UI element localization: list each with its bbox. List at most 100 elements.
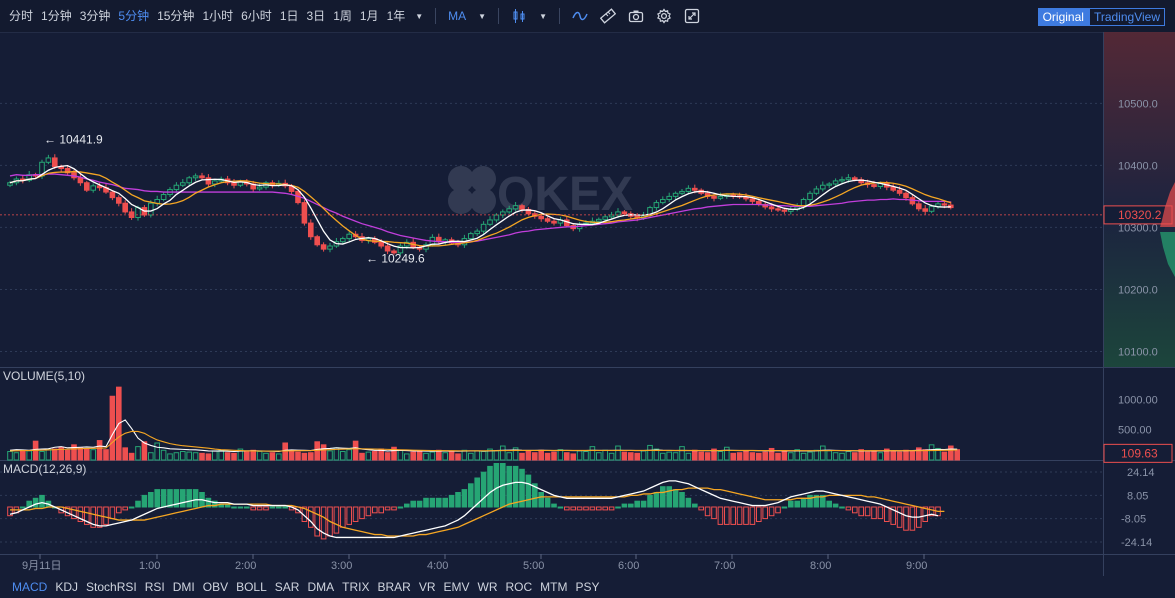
indicator-tab-brar[interactable]: BRAR (373, 576, 414, 598)
timeframe-3[interactable]: 5分钟 (114, 0, 153, 32)
candle-74 (480, 221, 487, 235)
indicator-tab-psy[interactable]: PSY (572, 576, 604, 598)
candle-48 (314, 234, 320, 247)
macd-bar-25 (167, 489, 173, 508)
volume-bar-113 (730, 452, 737, 461)
timeframe-7[interactable]: 1日 (276, 0, 303, 32)
macd-bar-101 (653, 492, 660, 508)
macd-bar-95 (615, 506, 621, 509)
indicator-tab-emv[interactable]: EMV (439, 576, 473, 598)
candle-3 (26, 170, 32, 183)
timeframe-0[interactable]: 分时 (5, 0, 37, 32)
indicator-tab-wr[interactable]: WR (474, 576, 502, 598)
indicator-tab-sar[interactable]: SAR (271, 576, 304, 598)
timeframe-11[interactable]: 1年 (383, 0, 410, 32)
fullscreen-icon[interactable] (678, 0, 706, 32)
macd-bar-109 (704, 506, 711, 517)
volume-bar-55 (359, 452, 365, 461)
volume-bar-37 (244, 450, 250, 461)
watermark-logo-dot (470, 188, 496, 214)
candle-75 (487, 216, 493, 227)
indicator-tab-vr[interactable]: VR (415, 576, 440, 598)
volume-bar-95 (615, 445, 621, 461)
indicator-tab-dmi[interactable]: DMI (169, 576, 199, 598)
macd-bar-90 (583, 506, 589, 511)
timeframe-5[interactable]: 1小时 (198, 0, 237, 32)
candle-120 (775, 206, 781, 212)
view-tradingview-button[interactable]: TradingView (1088, 8, 1165, 26)
timeframe-6[interactable]: 6小时 (237, 0, 276, 32)
macd-bar-89 (576, 506, 583, 511)
watermark-text: OKEX (497, 168, 633, 221)
macd-bar-74 (480, 471, 487, 508)
time-tick-label: 2:00 (235, 560, 256, 572)
more-timeframes-chevron-down-icon[interactable]: ▼ (409, 12, 429, 21)
indicator-chevron-down-icon[interactable]: ▼ (472, 12, 492, 21)
price-tick-label: 10400.0 (1118, 160, 1158, 172)
volume-bar-107 (692, 449, 698, 461)
indicator-tab-dma[interactable]: DMA (303, 576, 338, 598)
macd-bar-37 (244, 506, 250, 509)
candle-body (890, 186, 897, 191)
volume-bar-116 (749, 452, 756, 461)
timeframe-2[interactable]: 3分钟 (76, 0, 115, 32)
timeframe-1[interactable]: 1分钟 (37, 0, 76, 32)
volume-bar-134 (864, 451, 871, 461)
candle-body (327, 245, 333, 250)
macd-bar-20 (135, 500, 141, 508)
ruler-icon[interactable] (594, 0, 622, 32)
candle-type-icon[interactable] (505, 0, 533, 32)
candle-body (474, 230, 480, 235)
candle-body (666, 195, 673, 200)
candle-body (301, 202, 308, 224)
indicator-tab-obv[interactable]: OBV (199, 576, 232, 598)
macd-bar-24 (160, 489, 167, 508)
timeframe-9[interactable]: 1周 (329, 0, 356, 32)
candle-body (314, 236, 320, 246)
volume-bar-15 (103, 449, 109, 461)
price-tick-label: 10500.0 (1118, 98, 1158, 110)
indicator-tab-boll[interactable]: BOLL (232, 576, 271, 598)
line-style-icon[interactable] (566, 0, 594, 32)
camera-icon[interactable] (622, 0, 650, 32)
volume-bars (7, 386, 961, 461)
timeframe-8[interactable]: 3日 (303, 0, 330, 32)
volume-bar-54 (352, 440, 359, 461)
kline-chart[interactable]: 10100.010200.010300.010400.010500.0OKEX←… (0, 32, 1175, 576)
volume-bar-125 (807, 451, 813, 461)
gear-icon[interactable] (650, 0, 678, 32)
timeframe-4[interactable]: 15分钟 (153, 0, 198, 32)
indicator-tab-roc[interactable]: ROC (502, 576, 537, 598)
volume-bar-43 (282, 442, 288, 461)
indicator-tab-macd[interactable]: MACD (8, 576, 51, 598)
candle-body (679, 190, 685, 194)
candle-body (928, 205, 935, 212)
indicator-tab-stochrsi[interactable]: StochRSI (82, 576, 141, 598)
macd-bar-59 (384, 506, 391, 511)
candle-body (916, 203, 922, 210)
indicator-select[interactable]: MA (442, 0, 472, 32)
macd-bar-72 (468, 483, 474, 508)
volume-bar-21 (141, 441, 148, 461)
indicator-tab-mtm[interactable]: MTM (536, 576, 571, 598)
candle-type-chevron-down-icon[interactable]: ▼ (533, 12, 553, 21)
volume-bar-118 (762, 451, 769, 461)
indicator-tab-rsi[interactable]: RSI (141, 576, 169, 598)
volume-bar-16 (109, 395, 116, 461)
volume-bar-83 (538, 449, 545, 461)
indicator-tab-kdj[interactable]: KDJ (51, 576, 82, 598)
candle-body (813, 188, 820, 194)
candle-body (160, 194, 167, 200)
indicator-bar: MACD KDJ StochRSI RSI DMI OBV BOLL SAR D… (0, 576, 1175, 598)
macd-bar-52 (340, 506, 346, 528)
indicator-tab-trix[interactable]: TRIX (338, 576, 373, 598)
candle-body (896, 189, 903, 194)
macd-bar-60 (391, 506, 397, 511)
volume-bar-1 (13, 452, 20, 461)
volume-bar-127 (820, 445, 826, 461)
timeframe-10[interactable]: 1月 (356, 0, 383, 32)
toolbar-divider (559, 8, 561, 24)
view-original-button[interactable]: Original (1037, 8, 1089, 26)
macd-bar-28 (186, 489, 192, 508)
time-tick-label: 7:00 (714, 560, 735, 572)
